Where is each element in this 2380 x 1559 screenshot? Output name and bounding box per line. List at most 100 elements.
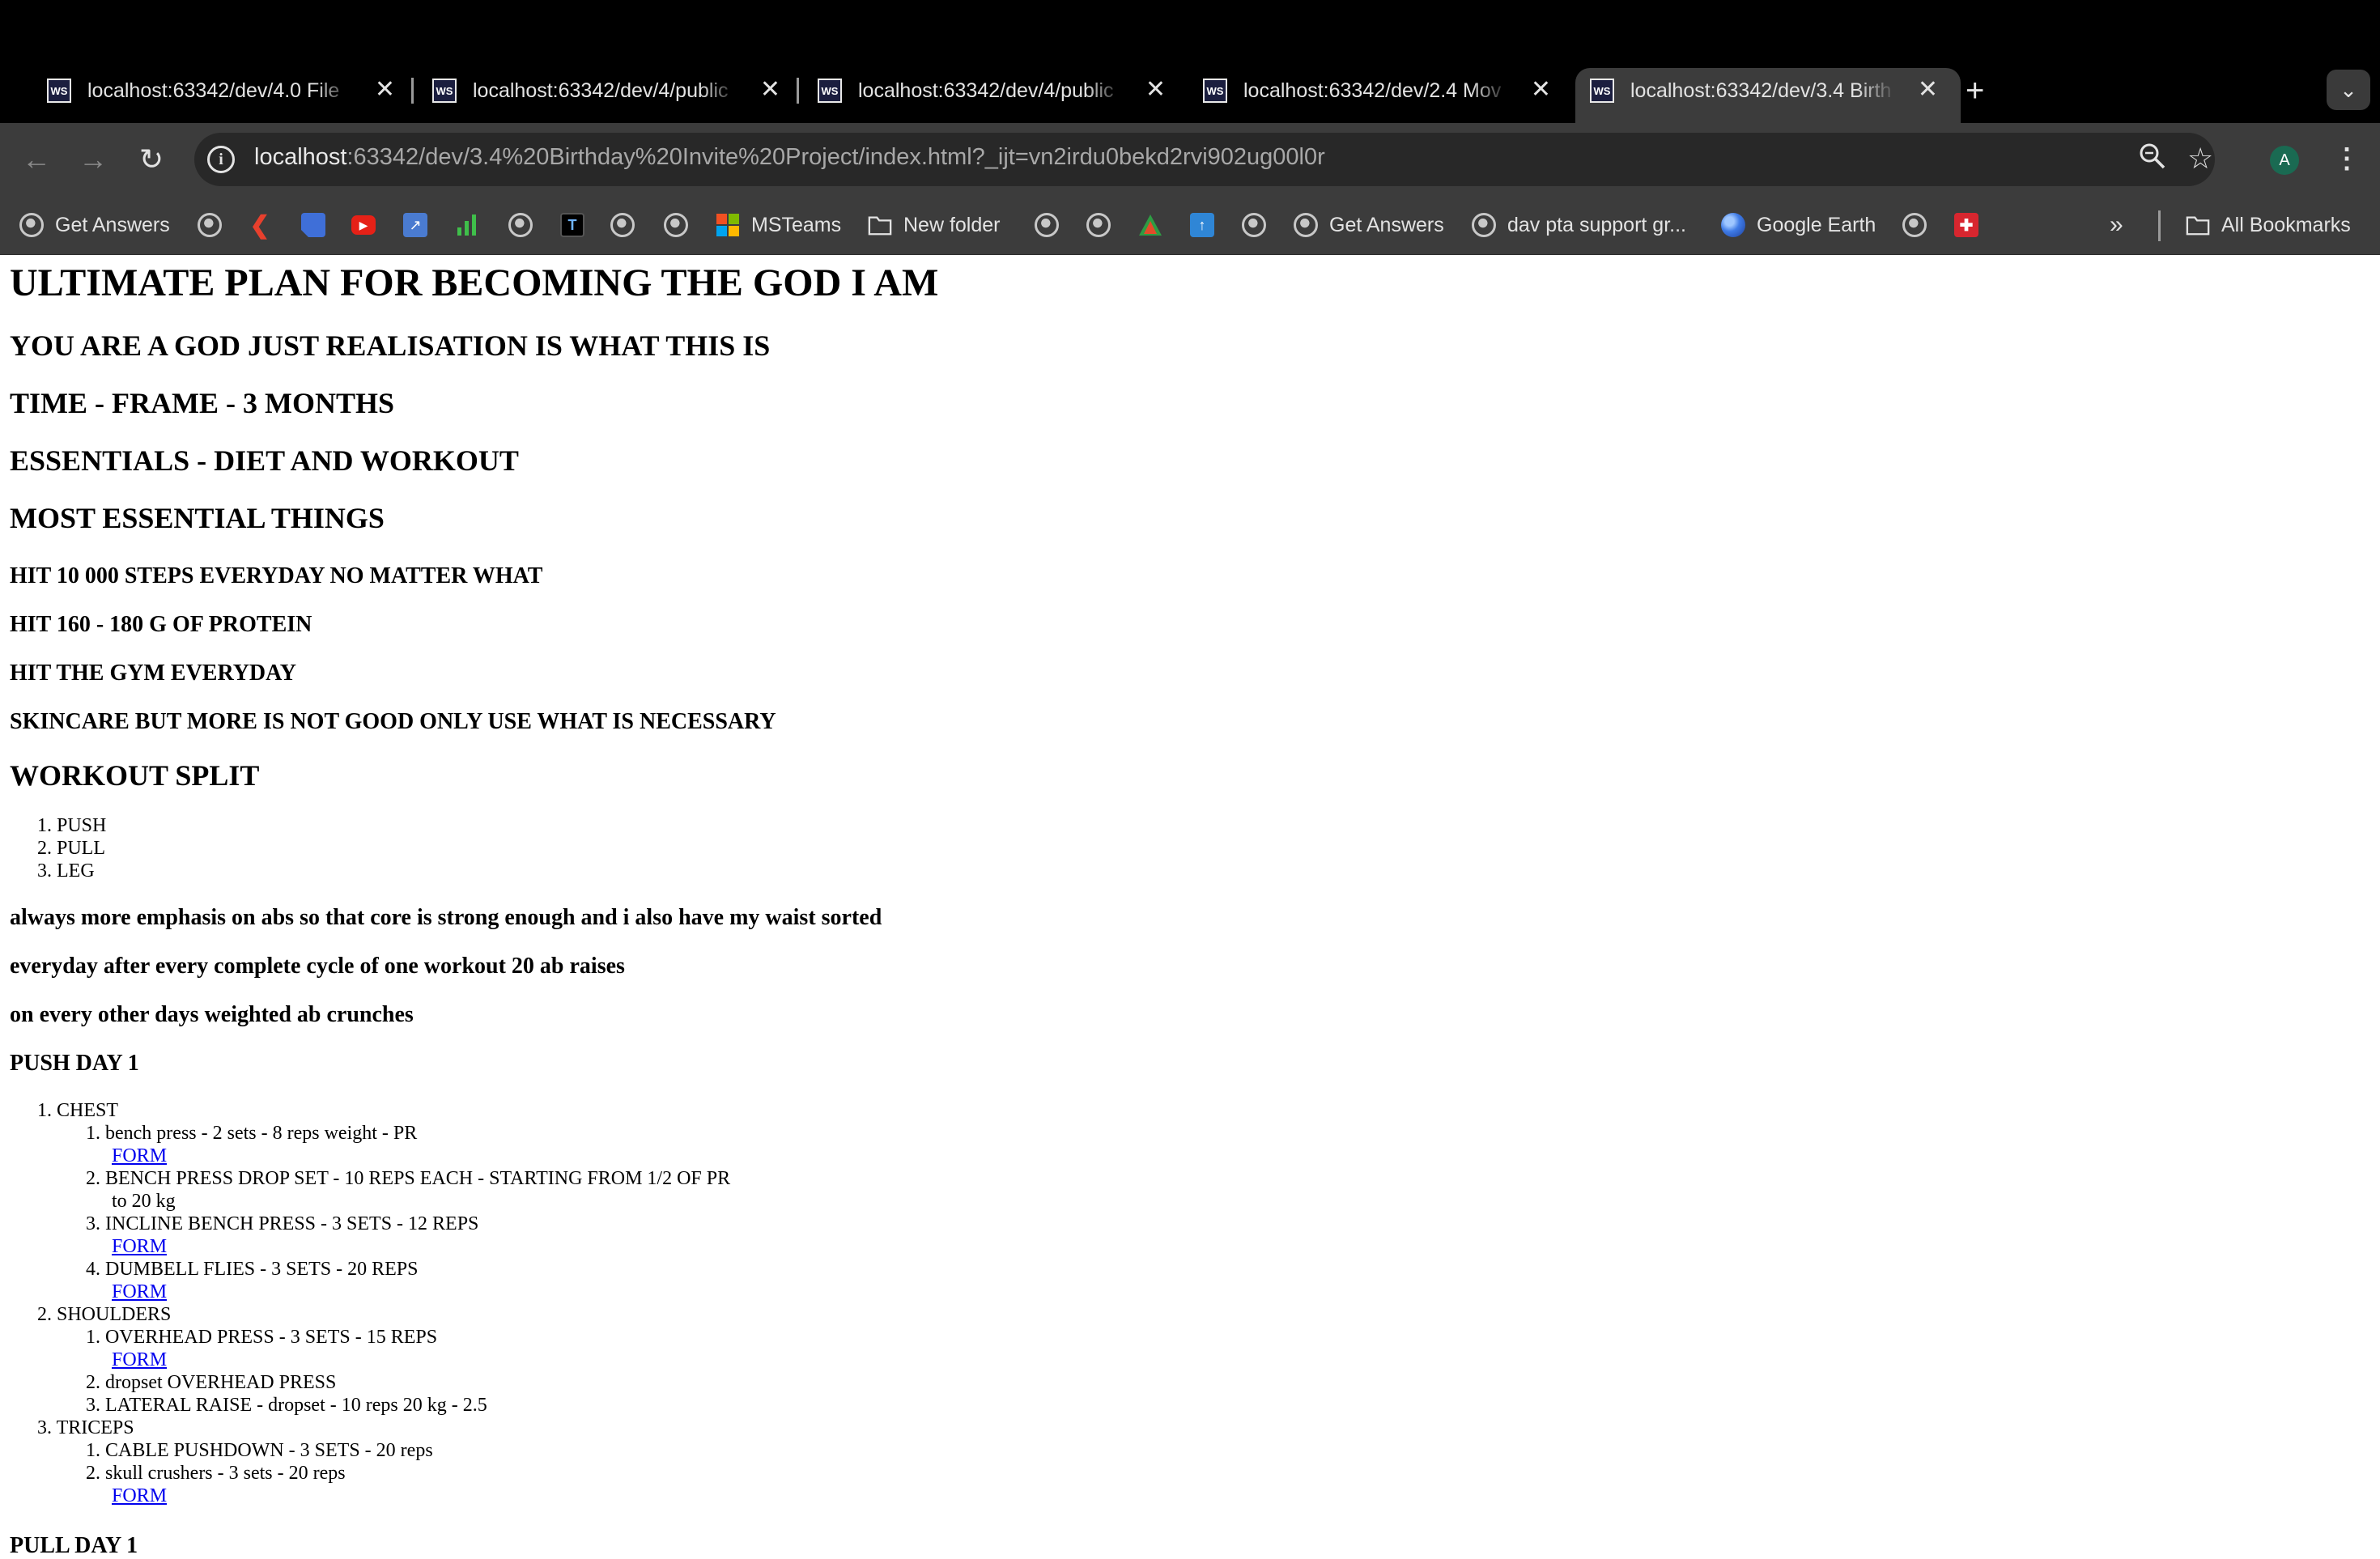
list-item: 2. skull crushers - 3 sets - 20 reps — [86, 1463, 346, 1484]
globe-icon — [1035, 213, 1059, 237]
close-tab-icon[interactable]: ✕ — [1918, 78, 1938, 102]
bookmark-star-icon[interactable]: ☆ — [2187, 142, 2213, 175]
back-arrow-icon[interactable]: ← — [18, 141, 55, 178]
bookmark-folder[interactable]: New folder — [868, 209, 1001, 241]
bookmark-msteams[interactable]: MSTeams — [716, 209, 841, 241]
form-link[interactable]: FORM — [112, 1145, 167, 1167]
form-link-text[interactable]: FORM — [112, 1349, 167, 1370]
more-bookmarks-icon[interactable]: » — [2110, 209, 2123, 241]
webstorm-favicon-icon: WS — [818, 79, 842, 103]
bookmark-globe[interactable] — [198, 209, 222, 241]
bookmark-red-app[interactable]: ✚ — [1954, 209, 1978, 241]
bookmark-globe[interactable] — [1086, 209, 1111, 241]
form-link-text[interactable]: FORM — [112, 1236, 167, 1257]
zoom-icon[interactable] — [2139, 142, 2166, 176]
bookmark-globe[interactable] — [1242, 209, 1266, 241]
most-essential-heading: MOST ESSENTIAL THINGS — [10, 502, 385, 534]
bookmark-get-answers[interactable]: Get Answers — [19, 209, 170, 241]
bookmark-google-earth[interactable]: Google Earth — [1721, 209, 1876, 241]
globe-icon — [1086, 213, 1111, 237]
tab-title: localhost:63342/dev/4.0 File — [87, 79, 340, 102]
browser-tab[interactable]: WS localhost:63342/dev/4.0 File ✕ — [32, 68, 418, 113]
youtube-icon: ▶ — [351, 215, 376, 235]
essentials-heading: ESSENTIALS - DIET AND WORKOUT — [10, 444, 519, 477]
rule-heading: HIT 10 000 STEPS EVERYDAY NO MATTER WHAT — [10, 563, 543, 588]
list-item: 3. LEG — [37, 860, 95, 881]
all-bookmarks[interactable]: All Bookmarks — [2186, 209, 2351, 241]
close-tab-icon[interactable]: ✕ — [1145, 78, 1166, 102]
bar-chart-icon — [455, 213, 479, 237]
note-heading: everyday after every complete cycle of o… — [10, 954, 625, 979]
exercise: INCLINE BENCH PRESS - 3 SETS - 12 REPS — [105, 1213, 479, 1234]
bookmark-globe[interactable] — [1902, 209, 1927, 241]
url-path: :63342/dev/3.4%20Birthday%20Invite%20Pro… — [346, 144, 1325, 170]
browser-tab[interactable]: WS localhost:63342/dev/2.4 Mov ✕ — [1188, 68, 1574, 113]
form-link-text[interactable]: FORM — [112, 1281, 167, 1302]
bookmark-bars[interactable] — [455, 209, 479, 241]
reload-icon[interactable]: ↻ — [133, 141, 170, 178]
bookmark-globe[interactable] — [610, 209, 635, 241]
close-tab-icon[interactable]: ✕ — [760, 78, 780, 102]
webstorm-favicon-icon: WS — [1590, 79, 1614, 103]
close-tab-icon[interactable]: ✕ — [1531, 78, 1551, 102]
tab-search-chevron-icon[interactable]: ⌄ — [2327, 70, 2370, 110]
form-link[interactable]: FORM — [112, 1349, 167, 1371]
bookmark-red-arrow[interactable]: ❮ — [248, 209, 272, 241]
bookmark-label: Get Answers — [1329, 213, 1444, 236]
rule-heading: HIT THE GYM EVERYDAY — [10, 661, 297, 686]
bookmark-globe[interactable] — [664, 209, 688, 241]
split-item: PUSH — [57, 815, 107, 836]
bookmark-blue-doc[interactable] — [301, 209, 325, 241]
form-link[interactable]: FORM — [112, 1235, 167, 1258]
bookmark-dav-pta[interactable]: dav pta support gr... — [1472, 209, 1686, 241]
push-day-heading: PUSH DAY 1 — [10, 1051, 139, 1076]
bookmark-youtube[interactable]: ▶ — [351, 209, 376, 241]
profile-avatar[interactable]: A — [2270, 146, 2299, 175]
split-item: LEG — [57, 860, 95, 881]
exercise-continuation: to 20 kg — [112, 1191, 176, 1212]
list-item: 1. OVERHEAD PRESS - 3 SETS - 15 REPS — [86, 1327, 438, 1348]
form-link[interactable]: FORM — [112, 1281, 167, 1303]
exercise: dropset OVERHEAD PRESS — [105, 1372, 337, 1393]
site-info-icon[interactable]: i — [207, 146, 235, 173]
folder-icon — [868, 213, 892, 237]
form-link-text[interactable]: FORM — [112, 1145, 167, 1166]
exercise: DUMBELL FLIES - 3 SETS - 20 REPS — [105, 1259, 419, 1280]
triangle-app-icon — [1138, 213, 1162, 237]
blue-app-icon: ↑ — [1190, 213, 1214, 237]
bookmark-chart-app[interactable]: ↗ — [403, 209, 427, 241]
bookmark-blue-app[interactable]: ↑ — [1190, 209, 1214, 241]
close-tab-icon[interactable]: ✕ — [375, 78, 395, 102]
muscle-group: TRICEPS — [56, 1417, 134, 1438]
globe-icon — [664, 213, 688, 237]
bookmark-triangle-app[interactable] — [1138, 209, 1162, 241]
exercise: CABLE PUSHDOWN - 3 SETS - 20 reps — [105, 1440, 433, 1461]
new-tab-icon[interactable]: + — [1966, 74, 1984, 107]
tab-title: localhost:63342/dev/4/public — [473, 79, 729, 102]
browser-tab[interactable]: WS localhost:63342/dev/4/public ✕ — [803, 68, 1188, 113]
list-item: 1. bench press - 2 sets - 8 reps weight … — [86, 1123, 418, 1144]
page-title: ULTIMATE PLAN FOR BECOMING THE GOD I AM — [10, 261, 939, 304]
browser-tab-active[interactable]: WS localhost:63342/dev/3.4 Birth ✕ — [1575, 68, 1961, 123]
bookmark-globe[interactable] — [1035, 209, 1059, 241]
list-item: 3. TRICEPS — [37, 1417, 134, 1438]
browser-menu-icon[interactable]: ⋮ — [2333, 142, 2361, 175]
microsoft-logo-icon — [716, 213, 740, 237]
webstorm-favicon-icon: WS — [47, 79, 71, 103]
rule-heading: SKINCARE BUT MORE IS NOT GOOD ONLY USE W… — [10, 709, 776, 734]
form-link[interactable]: FORM — [112, 1485, 167, 1507]
url-text[interactable]: localhost:63342/dev/3.4%20Birthday%20Inv… — [254, 144, 1325, 171]
tab-separator — [797, 78, 799, 104]
url-host: localhost — [254, 144, 347, 170]
bookmark-label: MSTeams — [751, 213, 842, 236]
bookmark-t-app[interactable]: T — [560, 209, 584, 241]
list-item: 3. INCLINE BENCH PRESS - 3 SETS - 12 REP… — [86, 1213, 479, 1234]
bookmark-get-answers[interactable]: Get Answers — [1294, 209, 1444, 241]
browser-tab[interactable]: WS localhost:63342/dev/4/public ✕ — [418, 68, 803, 113]
bookmark-globe[interactable] — [508, 209, 533, 241]
bookmark-label: All Bookmarks — [2221, 213, 2351, 236]
globe-icon — [1242, 213, 1266, 237]
list-item: 2. dropset OVERHEAD PRESS — [86, 1372, 337, 1393]
forward-arrow-icon[interactable]: → — [74, 141, 112, 178]
form-link-text[interactable]: FORM — [112, 1485, 167, 1506]
